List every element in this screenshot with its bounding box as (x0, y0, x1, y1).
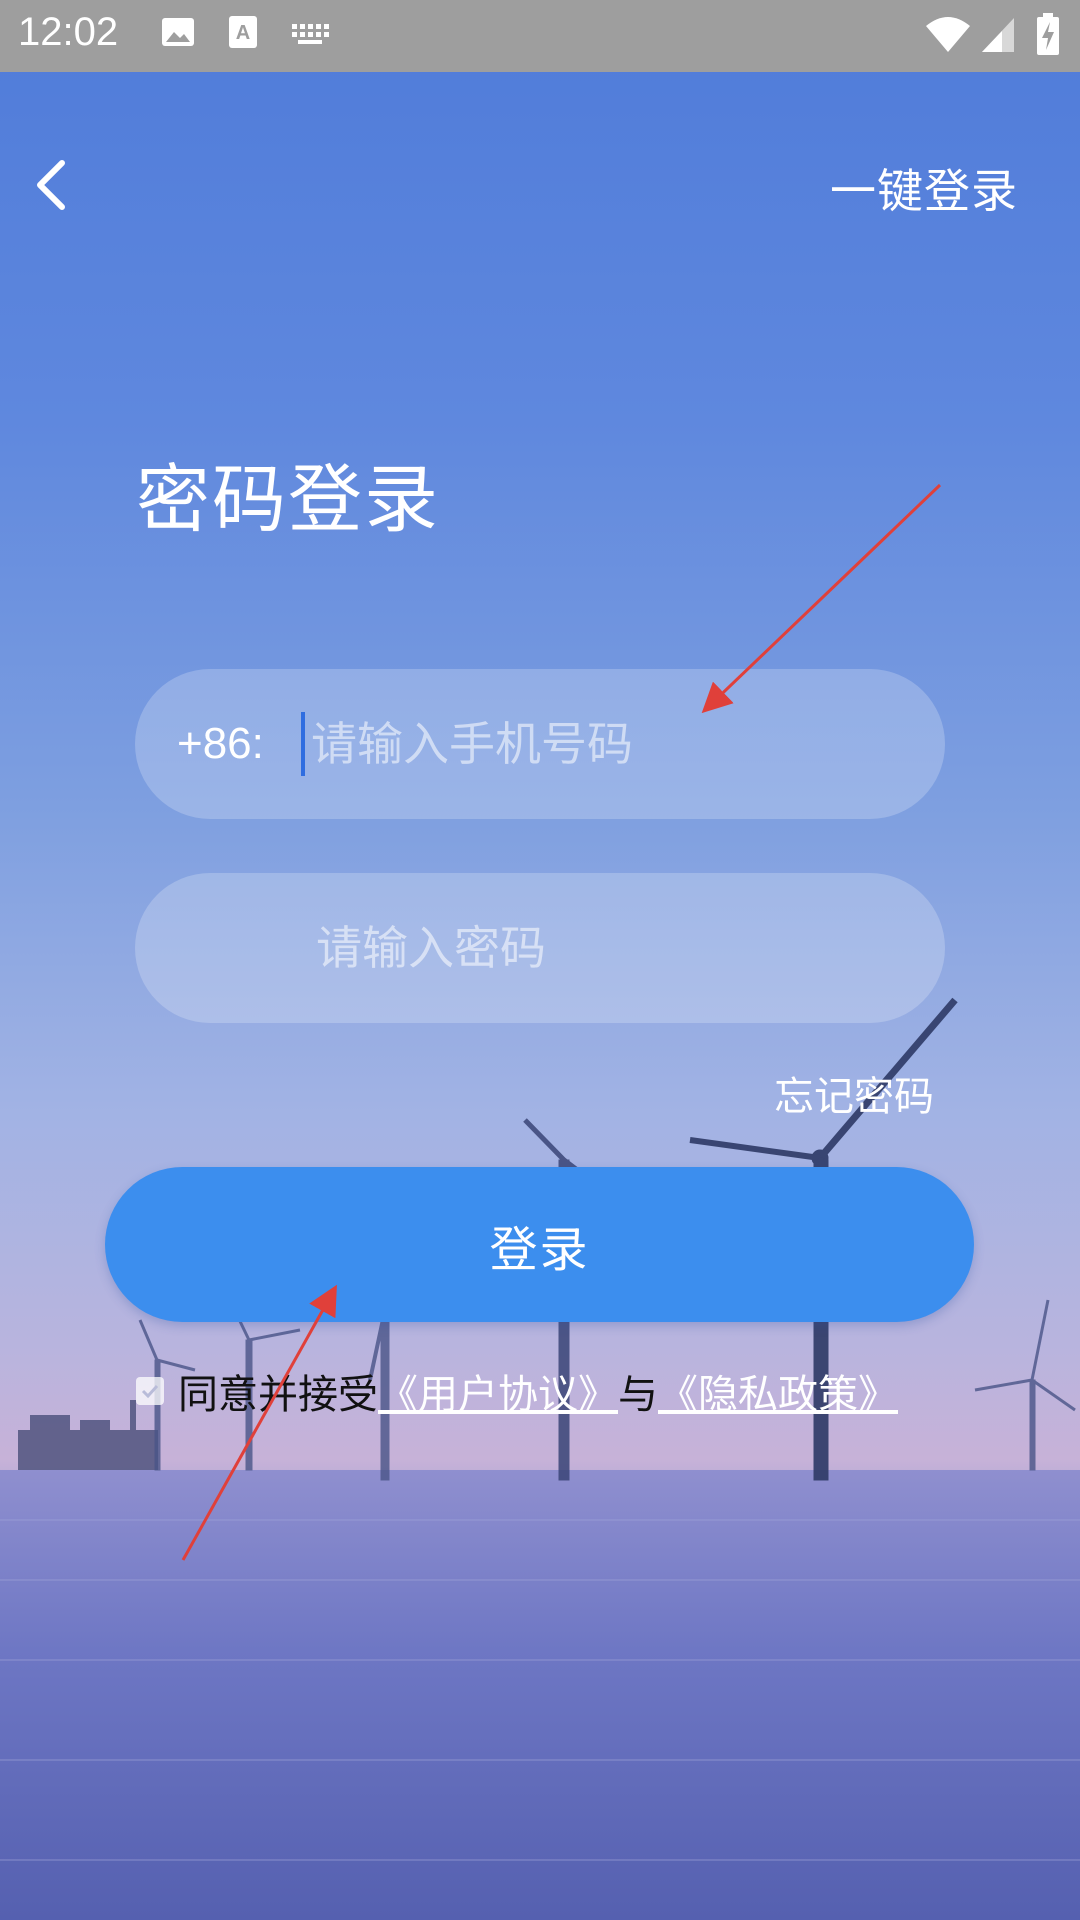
agreement-checkbox[interactable] (136, 1377, 164, 1405)
agreement-conjunction: 与 (618, 1372, 658, 1418)
user-agreement-link[interactable]: 《用户协议》 (378, 1362, 618, 1420)
image-icon (162, 18, 194, 46)
login-button[interactable]: 登录 (105, 1167, 974, 1322)
text-a-icon: A (229, 16, 257, 48)
one-key-login-link[interactable]: 一键登录 (830, 155, 1018, 221)
status-time: 12:02 (18, 10, 119, 54)
password-field[interactable] (135, 873, 945, 1023)
signal-icon (982, 18, 1014, 52)
phone-input[interactable] (311, 717, 945, 771)
privacy-policy-link[interactable]: 《隐私政策》 (658, 1362, 898, 1420)
battery-charging-icon (1037, 13, 1059, 55)
back-button[interactable] (22, 155, 82, 215)
agreement-row: 同意并接受 《用户协议》 与 《隐私政策》 (136, 1362, 898, 1420)
login-screen: 12:02 A 一键登录 密码登录 +86: 请输入手机号码 忘记密码 登录 同… (0, 0, 1080, 1920)
page-title: 密码登录 (136, 457, 440, 543)
chevron-left-icon (37, 160, 65, 210)
svg-text:A: A (236, 22, 250, 44)
checkmark-icon (141, 1384, 159, 1399)
phone-field[interactable]: +86: (135, 669, 945, 819)
forgot-password-link[interactable]: 忘记密码 (774, 1064, 934, 1122)
wifi-icon (926, 17, 970, 52)
password-input[interactable] (316, 921, 945, 975)
status-bar: 12:02 A (0, 0, 1080, 72)
country-code-prefix: +86: (177, 719, 264, 768)
text-caret (301, 712, 305, 776)
agreement-prefix: 同意并接受 (178, 1372, 378, 1418)
keyboard-icon (292, 24, 329, 44)
